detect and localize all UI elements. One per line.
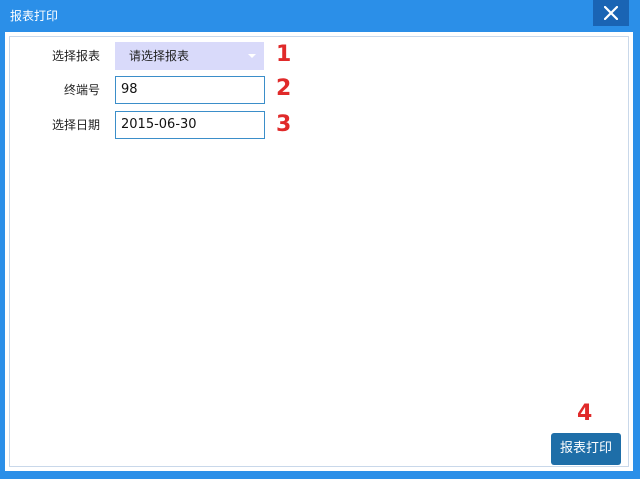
- close-button[interactable]: [593, 0, 629, 26]
- dialog-content: 选择报表 请选择报表 1 终端号 98 2 选择日期 2015-06-30 3 …: [5, 32, 633, 471]
- marker-4: 4: [577, 401, 593, 426]
- marker-2: 2: [276, 76, 292, 101]
- marker-3: 3: [276, 112, 292, 137]
- terminal-label: 终端号: [63, 83, 100, 97]
- title-bar: 报表打印: [0, 0, 640, 32]
- report-label: 选择报表: [51, 49, 100, 63]
- date-label: 选择日期: [51, 118, 100, 132]
- marker-1: 1: [276, 42, 292, 67]
- terminal-input[interactable]: 98: [115, 76, 265, 104]
- close-icon: [604, 6, 618, 20]
- report-print-window: 报表打印 选择报表 请选择报表 1 终端号 98 2 选择日期 2015-06-…: [0, 0, 640, 479]
- form-panel: 选择报表 请选择报表 1 终端号 98 2 选择日期 2015-06-30 3 …: [9, 36, 629, 467]
- report-select[interactable]: 请选择报表: [115, 42, 264, 70]
- print-report-button[interactable]: 报表打印: [551, 433, 621, 465]
- chevron-down-icon: [248, 54, 256, 58]
- report-select-value: 请选择报表: [129, 49, 190, 63]
- window-title: 报表打印: [10, 9, 59, 23]
- date-input[interactable]: 2015-06-30: [115, 111, 265, 139]
